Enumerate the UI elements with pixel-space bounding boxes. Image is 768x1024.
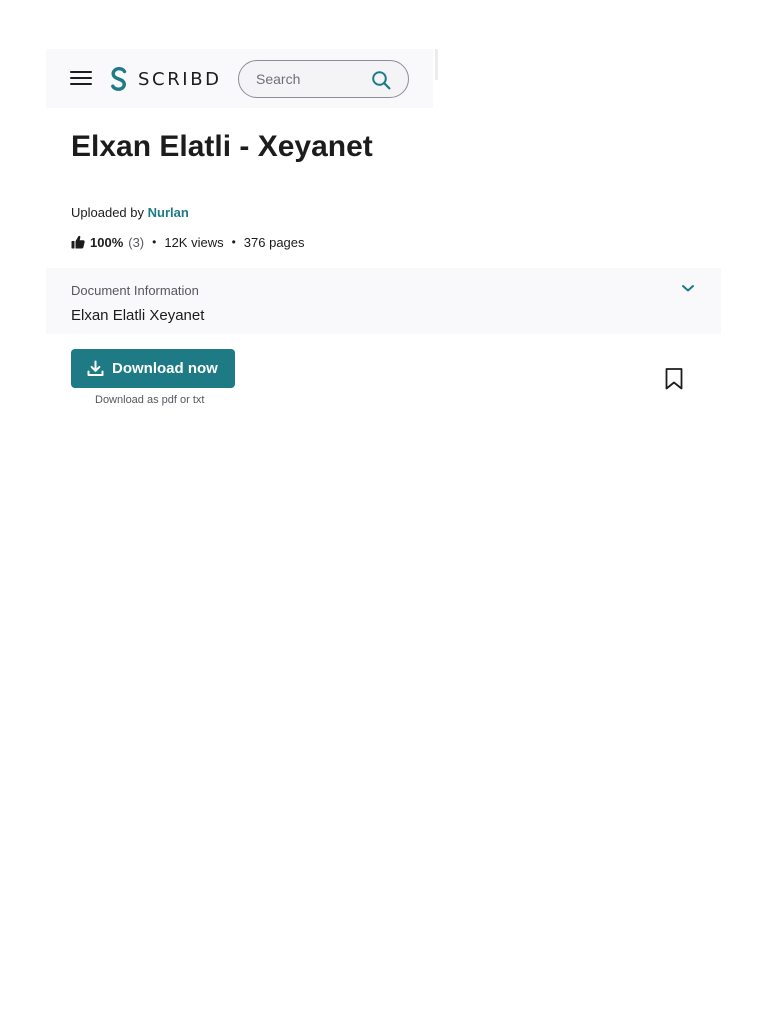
header-divider xyxy=(435,49,438,80)
site-header: SCRIBD xyxy=(46,49,433,108)
document-stats: 100% (3) • 12K views • 376 pages xyxy=(71,233,305,251)
download-format-hint: Download as pdf or txt xyxy=(95,394,205,406)
search-icon[interactable] xyxy=(371,70,391,90)
thumbs-up-icon[interactable] xyxy=(71,235,85,249)
document-title: Elxan Elatli - Xeyanet xyxy=(71,130,373,163)
scribd-logo-icon xyxy=(111,67,127,91)
view-count: 12K views xyxy=(164,234,224,250)
separator-dot: • xyxy=(231,235,236,249)
download-now-button[interactable]: Download now xyxy=(71,349,235,388)
uploaded-by-label: Uploaded by xyxy=(71,205,144,220)
document-information-label: Document Information xyxy=(71,283,199,298)
rating-count: (3) xyxy=(128,234,145,250)
page-count: 376 pages xyxy=(243,234,305,250)
hamburger-menu-icon[interactable] xyxy=(70,71,93,87)
separator-dot: • xyxy=(152,235,157,249)
download-now-label: Download now xyxy=(112,360,218,377)
uploaded-by: Uploaded by Nurlan xyxy=(71,205,189,220)
uploader-link[interactable]: Nurlan xyxy=(148,205,189,220)
search-input[interactable] xyxy=(239,61,369,97)
chevron-down-icon[interactable] xyxy=(681,284,695,293)
bookmark-icon[interactable] xyxy=(664,368,684,390)
document-information-panel[interactable]: Document Information Elxan Elatli Xeyane… xyxy=(46,268,721,334)
scribd-logo[interactable]: SCRIBD xyxy=(109,65,222,93)
search-box xyxy=(238,60,409,98)
download-icon xyxy=(87,360,104,376)
rating-percent: 100% xyxy=(90,234,124,250)
document-information-value: Elxan Elatli Xeyanet xyxy=(71,307,205,324)
logo-wordmark: SCRIBD xyxy=(138,68,222,90)
